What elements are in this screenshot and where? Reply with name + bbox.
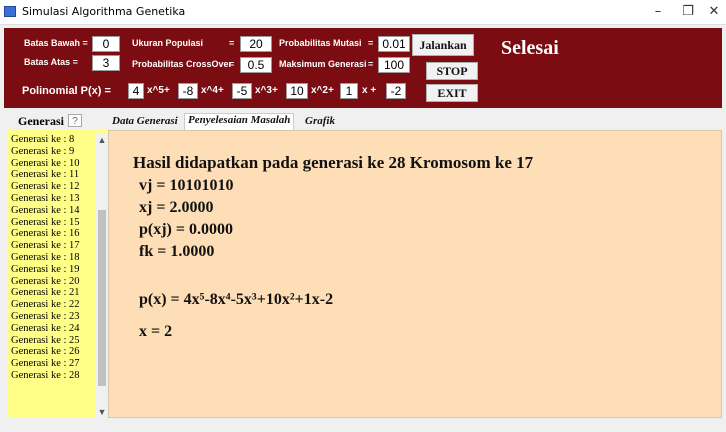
jalankan-button[interactable]: Jalankan	[412, 34, 474, 56]
prob-mutasi-label: Probabilitas Mutasi	[279, 38, 362, 48]
tab-penyelesaian-masalah[interactable]: Penyelesaian Masalah	[184, 113, 295, 130]
list-item[interactable]: Generasi ke : 15	[8, 217, 94, 229]
ukuran-populasi-label: Ukuran Populasi	[132, 38, 204, 48]
batas-atas-input[interactable]: 3	[92, 55, 120, 71]
list-item[interactable]: Generasi ke : 11	[8, 169, 94, 181]
list-item[interactable]: Generasi ke : 12	[8, 181, 94, 193]
coef-x2-input[interactable]: 10	[286, 83, 308, 99]
list-item[interactable]: Generasi ke : 18	[8, 252, 94, 264]
list-item[interactable]: Generasi ke : 25	[8, 335, 94, 347]
list-item[interactable]: Generasi ke : 22	[8, 299, 94, 311]
maks-generasi-input[interactable]: 100	[378, 57, 410, 73]
minimize-button[interactable]: –	[644, 2, 672, 22]
app-icon	[4, 6, 16, 17]
list-item[interactable]: Generasi ke : 13	[8, 193, 94, 205]
maks-generasi-label: Maksimum Generasi	[279, 59, 367, 69]
coef-x4-input[interactable]: -8	[178, 83, 198, 99]
list-item[interactable]: Generasi ke : 24	[8, 323, 94, 335]
list-scrollbar[interactable]: ▲ ▼	[96, 134, 108, 418]
coef-x3-input[interactable]: -5	[232, 83, 252, 99]
list-item[interactable]: Generasi ke : 27	[8, 358, 94, 370]
batas-atas-label: Batas Atas =	[24, 57, 78, 67]
list-item[interactable]: Generasi ke : 8	[8, 134, 94, 146]
prob-mutasi-input[interactable]: 0.01	[378, 36, 410, 52]
vj-value: vj = 10101010	[139, 177, 234, 194]
ukuran-populasi-input[interactable]: 20	[240, 36, 272, 52]
title-bar: Simulasi Algorithma Genetika – ❐ ✕	[0, 0, 726, 25]
fk-value: fk = 1.0000	[139, 243, 215, 260]
tab-data-generasi[interactable]: Data Generasi	[112, 115, 178, 127]
list-item[interactable]: Generasi ke : 14	[8, 205, 94, 217]
exit-button[interactable]: EXIT	[426, 84, 478, 102]
list-item[interactable]: Generasi ke : 26	[8, 346, 94, 358]
scroll-thumb[interactable]	[98, 210, 106, 386]
term-x5-label: x^5+	[147, 85, 170, 96]
list-item[interactable]: Generasi ke : 20	[8, 276, 94, 288]
xj-value: xj = 2.0000	[139, 199, 214, 216]
term-x3-label: x^3+	[255, 85, 278, 96]
result-panel: Hasil didapatkan pada generasi ke 28 Kro…	[108, 130, 722, 418]
list-item[interactable]: Generasi ke : 19	[8, 264, 94, 276]
close-button[interactable]: ✕	[700, 2, 726, 22]
list-item[interactable]: Generasi ke : 9	[8, 146, 94, 158]
term-x2-label: x^2+	[311, 85, 334, 96]
parameter-panel: Batas Bawah = 0 Batas Atas = 3 Ukuran Po…	[4, 28, 722, 108]
prob-crossover-input[interactable]: 0.5	[240, 57, 272, 73]
generation-panel-title: Generasi	[18, 114, 64, 128]
prob-crossover-label: Probabilitas CrossOver	[132, 59, 233, 69]
generation-list[interactable]: Generasi ke : 8 Generasi ke : 9 Generasi…	[8, 134, 94, 418]
coef-x1-input[interactable]: 1	[340, 83, 358, 99]
status-title: Selesai	[501, 37, 559, 59]
list-item[interactable]: Generasi ke : 21	[8, 287, 94, 299]
list-item[interactable]: Generasi ke : 23	[8, 311, 94, 323]
list-item[interactable]: Generasi ke : 28	[8, 370, 94, 382]
x-result: x = 2	[139, 323, 173, 340]
term-x1-label: x +	[362, 85, 377, 96]
list-item[interactable]: Generasi ke : 10	[8, 158, 94, 170]
coef-x5-input[interactable]: 4	[128, 83, 144, 99]
batas-bawah-label: Batas Bawah =	[24, 38, 88, 48]
pxj-value: p(xj) = 0.0000	[139, 221, 233, 238]
ukuran-populasi-eq: =	[229, 38, 235, 48]
window-title: Simulasi Algorithma Genetika	[22, 5, 186, 18]
help-button[interactable]: ?	[68, 114, 82, 127]
scroll-down-icon[interactable]: ▼	[96, 406, 108, 418]
prob-crossover-eq: =	[229, 59, 235, 69]
maks-generasi-eq: =	[368, 59, 374, 69]
generation-panel-header: Generasi ?	[8, 112, 108, 130]
status-bar	[0, 420, 726, 432]
list-item[interactable]: Generasi ke : 16	[8, 228, 94, 240]
batas-bawah-input[interactable]: 0	[92, 36, 120, 52]
result-headline: Hasil didapatkan pada generasi ke 28 Kro…	[133, 153, 534, 172]
maximize-button[interactable]: ❐	[674, 2, 702, 22]
list-item[interactable]: Generasi ke : 17	[8, 240, 94, 252]
polynomial-result: p(x) = 4x⁵-8x⁴-5x³+10x²+1x-2	[139, 291, 334, 308]
prob-mutasi-eq: =	[368, 38, 374, 48]
stop-button[interactable]: STOP	[426, 62, 478, 80]
coef-x0-input[interactable]: -2	[386, 83, 406, 99]
scroll-up-icon[interactable]: ▲	[96, 134, 108, 146]
polinomial-label: Polinomial P(x) =	[22, 85, 111, 97]
generation-panel: Generasi ? Generasi ke : 8 Generasi ke :…	[8, 112, 108, 418]
tab-grafik[interactable]: Grafik	[305, 115, 335, 127]
term-x4-label: x^4+	[201, 85, 224, 96]
